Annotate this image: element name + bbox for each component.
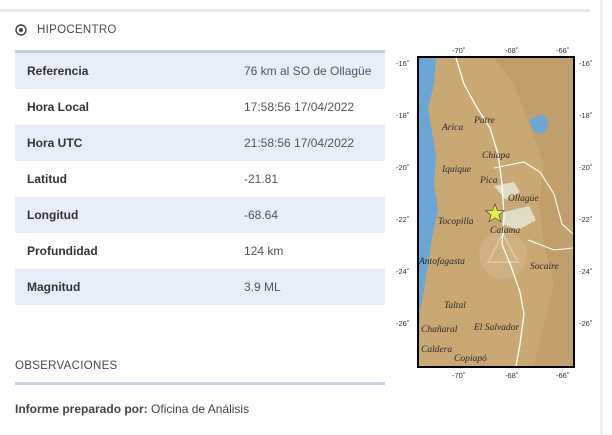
row-label: Referencia bbox=[27, 64, 89, 78]
lat-tick-label: -20˚ bbox=[396, 163, 409, 172]
city-label: Socaire bbox=[530, 262, 559, 272]
row-value: -21.81 bbox=[244, 172, 279, 186]
row-value: 76 km al SO de Ollagüe bbox=[244, 64, 372, 78]
lat-tick-label: -24˚ bbox=[396, 267, 409, 276]
table-row: Hora UTC 21:58:56 17/04/2022 bbox=[15, 125, 385, 161]
report-label: Informe preparado por: bbox=[15, 402, 148, 416]
lon-tick-label: -66˚ bbox=[556, 46, 569, 55]
city-label: Chiapa bbox=[482, 151, 510, 161]
lon-tick-label: -66˚ bbox=[556, 371, 569, 378]
row-value: 17:58:56 17/04/2022 bbox=[244, 100, 355, 114]
lat-tick-label: -16˚ bbox=[396, 59, 409, 68]
report-line: Informe preparado por: Oficina de Anális… bbox=[15, 402, 249, 416]
city-label: Chañaral bbox=[421, 325, 458, 335]
lon-tick-label: -70˚ bbox=[452, 46, 465, 55]
city-label: Arica bbox=[441, 123, 463, 133]
city-label: Iquique bbox=[441, 165, 471, 175]
lat-tick-label: -18˚ bbox=[579, 111, 592, 120]
city-label: Taltal bbox=[444, 301, 466, 311]
lat-tick-label: -22˚ bbox=[396, 215, 409, 224]
lat-tick-label: -26˚ bbox=[579, 319, 592, 328]
city-label: Pica bbox=[479, 176, 498, 186]
city-label: Calama bbox=[490, 226, 520, 236]
row-label: Profundidad bbox=[27, 244, 98, 258]
lat-tick-label: -24˚ bbox=[579, 267, 592, 276]
city-label: Copiapó bbox=[454, 354, 487, 364]
observaciones-divider bbox=[15, 382, 385, 385]
section-title: HIPOCENTRO bbox=[37, 24, 117, 36]
table-row: Hora Local 17:58:56 17/04/2022 bbox=[15, 89, 385, 125]
city-label: Ollagüe bbox=[508, 194, 539, 204]
city-label: Caldera bbox=[421, 345, 452, 355]
lat-tick-label: -16˚ bbox=[579, 59, 592, 68]
target-icon bbox=[15, 24, 27, 36]
city-label: El Salvador bbox=[473, 323, 519, 333]
city-label: Putre bbox=[473, 116, 495, 126]
row-value: 3.9 ML bbox=[244, 280, 281, 294]
city-label: Tocopilla bbox=[438, 217, 474, 227]
table-row: Magnitud 3.9 ML bbox=[15, 269, 385, 305]
map-svg: -16˚ -18˚ -20˚ -22˚ -24˚ -26˚ -16˚ -18˚ … bbox=[396, 46, 592, 380]
row-label: Longitud bbox=[27, 208, 79, 222]
lat-tick-label: -22˚ bbox=[579, 215, 592, 224]
top-divider bbox=[0, 9, 590, 12]
hypocenter-table: Referencia 76 km al SO de Ollagüe Hora L… bbox=[15, 50, 385, 305]
table-row: Latitud -21.81 bbox=[15, 161, 385, 197]
lat-tick-label: -20˚ bbox=[579, 163, 592, 172]
observaciones-title: OBSERVACIONES bbox=[15, 360, 118, 372]
row-label: Hora UTC bbox=[27, 136, 83, 150]
city-label: Antofagasta bbox=[418, 256, 465, 267]
row-value: 21:58:56 17/04/2022 bbox=[244, 136, 355, 150]
row-label: Latitud bbox=[27, 172, 67, 186]
lat-tick-label: -18˚ bbox=[396, 111, 409, 120]
lat-tick-label: -26˚ bbox=[396, 319, 409, 328]
row-value: 124 km bbox=[244, 244, 284, 258]
section-header: HIPOCENTRO bbox=[15, 24, 117, 36]
report-value: Oficina de Análisis bbox=[151, 402, 250, 416]
table-row: Profundidad 124 km bbox=[15, 233, 385, 269]
row-value: -68.64 bbox=[244, 208, 279, 222]
lon-tick-label: -68˚ bbox=[505, 371, 518, 378]
epicenter-map[interactable]: -16˚ -18˚ -20˚ -22˚ -24˚ -26˚ -16˚ -18˚ … bbox=[394, 44, 604, 380]
lon-tick-label: -68˚ bbox=[505, 46, 518, 55]
row-label: Hora Local bbox=[27, 100, 90, 114]
row-label: Magnitud bbox=[27, 280, 81, 294]
watermark-seal bbox=[479, 231, 527, 279]
table-row: Referencia 76 km al SO de Ollagüe bbox=[15, 53, 385, 89]
table-row: Longitud -68.64 bbox=[15, 197, 385, 233]
lon-tick-label: -70˚ bbox=[452, 371, 465, 378]
